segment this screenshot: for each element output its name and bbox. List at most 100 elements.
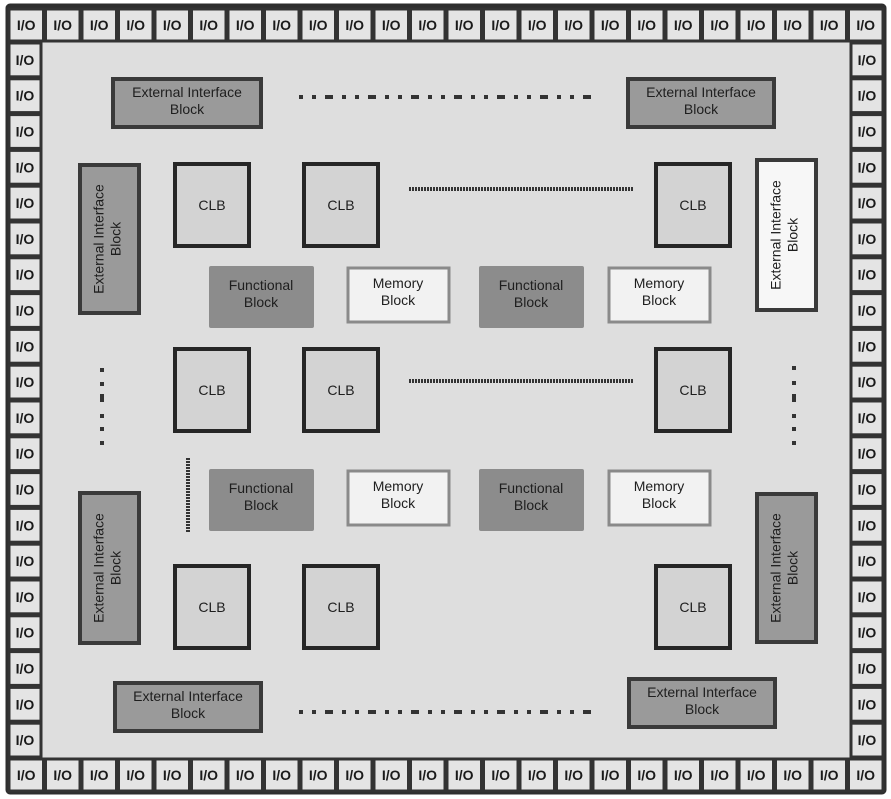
ellipsis-row-2 [457,379,459,383]
io-cell-left: I/O [7,435,43,473]
io-label: I/O [309,767,328,783]
ellipsis-row-1 [556,187,558,191]
ellipsis-row-2 [556,379,558,383]
ellipsis-row-2 [598,379,600,383]
io-label: I/O [53,17,72,33]
ellipsis-row-2 [526,379,528,383]
ellipsis-vertical-fine [186,500,190,502]
io-label: I/O [528,17,547,33]
ellipsis-row-1 [571,187,573,191]
io-label: I/O [858,267,877,283]
io-label: I/O [16,52,35,68]
ellipsis-vertical-left [100,441,104,445]
io-label: I/O [90,17,109,33]
io-label: I/O [16,267,35,283]
io-label: I/O [747,767,766,783]
ellipsis-dash-bottom [312,710,316,714]
io-label: I/O [236,767,255,783]
ellipsis-row-1 [460,187,462,191]
ellipsis-dash-top [385,95,389,99]
ellipsis-dash-bottom [355,710,359,714]
io-cell-left: I/O [7,506,43,544]
ellipsis-dash-top [583,95,591,99]
ellipsis-row-1 [595,187,597,191]
ellipsis-vertical-fine [186,512,190,514]
io-cell-right: I/O [849,471,885,508]
ellipsis-row-1 [523,187,525,191]
clb-r1-c2: CLB [302,162,380,248]
ellipsis-row-2 [454,379,456,383]
io-label: I/O [820,767,839,783]
ellipsis-row-2 [535,379,537,383]
io-label: I/O [309,17,328,33]
memory-block-r1-4: Memory Block [607,266,712,324]
ellipsis-dash-bottom [454,710,462,714]
io-label: I/O [858,124,877,140]
ellipsis-row-1 [553,187,555,191]
io-cell-top: I/O [7,7,45,43]
io-cell-top: I/O [153,7,191,43]
clb-r1-c1: CLB [173,162,251,248]
io-cell-bottom: I/O [555,757,593,793]
block-label: CLB [327,197,354,213]
ellipsis-row-2 [562,379,564,383]
ellipsis-row-1 [550,187,552,191]
ellipsis-dash-bottom [385,710,389,714]
ellipsis-row-1 [475,187,477,191]
ellipsis-row-1 [559,187,561,191]
io-label: I/O [858,589,877,605]
ellipsis-row-1 [592,187,594,191]
io-cell-left: I/O [7,77,43,115]
io-label: I/O [16,732,35,748]
io-cell-bottom: I/O [7,757,45,793]
io-label: I/O [16,625,35,641]
ellipsis-row-1 [577,187,579,191]
io-label: I/O [637,17,656,33]
ellipsis-dash-top [299,95,303,99]
io-cell-bottom: I/O [628,757,666,793]
io-label: I/O [491,17,510,33]
ellipsis-row-2 [568,379,570,383]
io-cell-top: I/O [409,7,447,43]
ellipsis-row-2 [478,379,480,383]
ellipsis-row-2 [451,379,453,383]
ellipsis-row-1 [631,187,633,191]
io-cell-right: I/O [849,578,885,616]
io-label: I/O [856,767,875,783]
ellipsis-row-2 [502,379,504,383]
io-cell-left: I/O [7,721,43,759]
io-cell-right: I/O [849,41,885,79]
ellipsis-dash-top [355,95,359,99]
ellipsis-dash-top [441,95,445,99]
ellipsis-vertical-fine [186,467,190,469]
ellipsis-row-1 [514,187,516,191]
memory-block-r2-2: Memory Block [346,469,451,527]
io-cell-right: I/O [849,256,885,294]
ellipsis-row-2 [628,379,630,383]
ellipsis-vertical-fine [186,473,190,475]
external-interface-block-right-lower: External InterfaceBlock [755,492,818,644]
ellipsis-dash-top [540,95,548,99]
io-cell-bottom: I/O [117,757,155,793]
io-cell-left: I/O [7,471,43,508]
io-cell-top: I/O [774,7,812,43]
ellipsis-row-2 [436,379,438,383]
ellipsis-row-1 [502,187,504,191]
ellipsis-row-1 [565,187,567,191]
external-interface-block-left-lower: External InterfaceBlock [78,491,141,645]
io-cell-bottom: I/O [409,757,447,793]
ellipsis-row-1 [628,187,630,191]
io-label: I/O [858,732,877,748]
ellipsis-row-2 [571,379,573,383]
ellipsis-dash-top [368,95,376,99]
ellipsis-row-2 [505,379,507,383]
ellipsis-row-1 [448,187,450,191]
ellipsis-row-1 [442,187,444,191]
io-label: I/O [418,767,437,783]
ellipsis-row-2 [610,379,612,383]
io-cell-bottom: I/O [226,757,264,793]
ellipsis-row-2 [625,379,627,383]
ellipsis-vertical-fine [186,458,190,460]
block-label: CLB [679,599,706,615]
ellipsis-row-1 [598,187,600,191]
